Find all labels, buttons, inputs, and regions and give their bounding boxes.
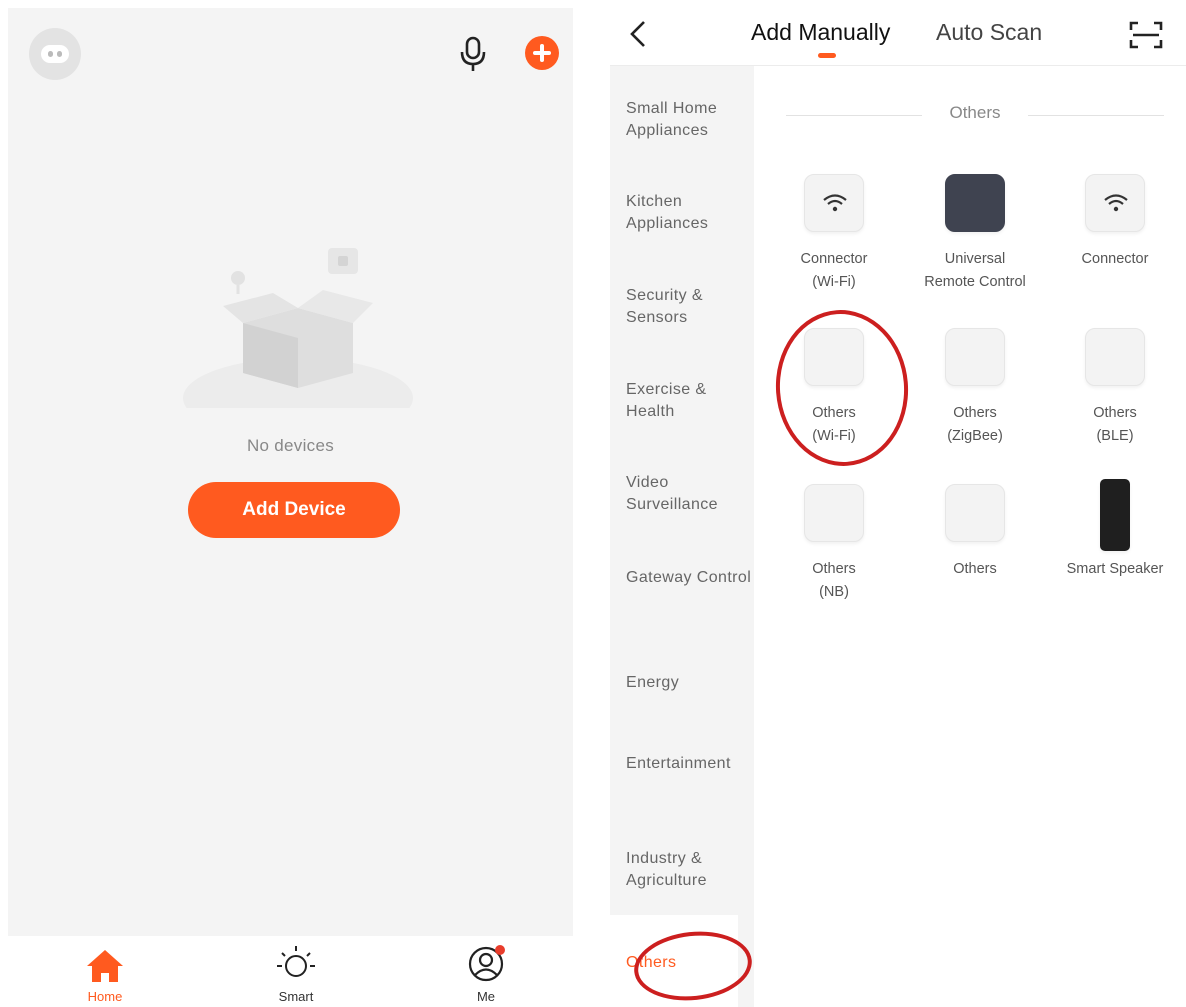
tab-add-manually[interactable]: Add Manually: [751, 19, 890, 46]
device-icon: [945, 484, 1005, 542]
wifi-icon: [804, 174, 864, 232]
device-name: Universal Remote Control: [924, 251, 1026, 290]
home-screen: No devices Add Device: [8, 8, 573, 1004]
tab-me[interactable]: Me: [426, 936, 546, 1007]
tab-smart[interactable]: Smart: [236, 936, 356, 1007]
category-list: Small Home Appliances Kitchen Appliances…: [610, 66, 754, 1007]
device-icon: [945, 328, 1005, 386]
microphone-icon[interactable]: [458, 34, 488, 74]
section-header: Others: [786, 103, 1164, 127]
add-device-button[interactable]: Add Device: [188, 482, 400, 538]
avatar[interactable]: [29, 28, 81, 80]
back-chevron-icon[interactable]: [624, 18, 652, 50]
device-name: Connector: [1081, 251, 1149, 267]
category-kitchen-appliances[interactable]: Kitchen Appliances: [626, 191, 754, 235]
category-security-sensors[interactable]: Security & Sensors: [626, 285, 754, 329]
wifi-icon: [1085, 174, 1145, 232]
header: Add Manually Auto Scan: [610, 0, 1186, 66]
profile-icon: [468, 945, 505, 982]
robot-face-icon: [41, 45, 69, 63]
category-small-home-appliances[interactable]: Small Home Appliances: [626, 98, 754, 142]
category-video-surveillance[interactable]: Video Surveillance: [626, 472, 754, 516]
device-icon: [804, 484, 864, 542]
device-name: Connector (Wi-Fi): [800, 251, 868, 290]
tab-me-label: Me: [476, 989, 496, 1004]
tab-home-label: Home: [87, 989, 123, 1004]
active-tab-indicator: [818, 53, 836, 58]
device-name: Others (NB): [812, 561, 856, 600]
category-energy[interactable]: Energy: [626, 672, 754, 694]
scan-icon[interactable]: [1128, 20, 1164, 50]
tab-home[interactable]: Home: [45, 936, 165, 1007]
home-icon: [87, 950, 123, 982]
tab-auto-scan[interactable]: Auto Scan: [936, 19, 1042, 46]
speaker-icon: [1100, 479, 1130, 551]
no-devices-text: No devices: [246, 436, 335, 455]
category-exercise-health[interactable]: Exercise & Health: [626, 379, 754, 423]
device-icon: [1085, 328, 1145, 386]
category-industry-agriculture[interactable]: Industry & Agriculture: [626, 848, 754, 892]
category-gateway-control[interactable]: Gateway Control: [626, 567, 754, 589]
empty-box-illustration: [183, 248, 413, 408]
add-plus-button[interactable]: [525, 36, 559, 70]
tab-smart-label: Smart: [278, 989, 314, 1004]
category-entertainment[interactable]: Entertainment: [626, 753, 754, 775]
device-name: Smart Speaker: [1066, 561, 1164, 577]
device-name: Others (BLE): [1093, 405, 1137, 444]
bottom-tab-bar: Home Smart Me: [8, 936, 573, 1007]
section-title: Others: [949, 103, 1001, 122]
sun-icon: [277, 946, 315, 977]
add-device-screen: Add Manually Auto Scan Small Home Applia…: [610, 0, 1186, 1007]
remote-icon: [945, 174, 1005, 232]
device-name: Others: [953, 561, 997, 577]
device-name: Others (ZigBee): [947, 405, 1003, 444]
